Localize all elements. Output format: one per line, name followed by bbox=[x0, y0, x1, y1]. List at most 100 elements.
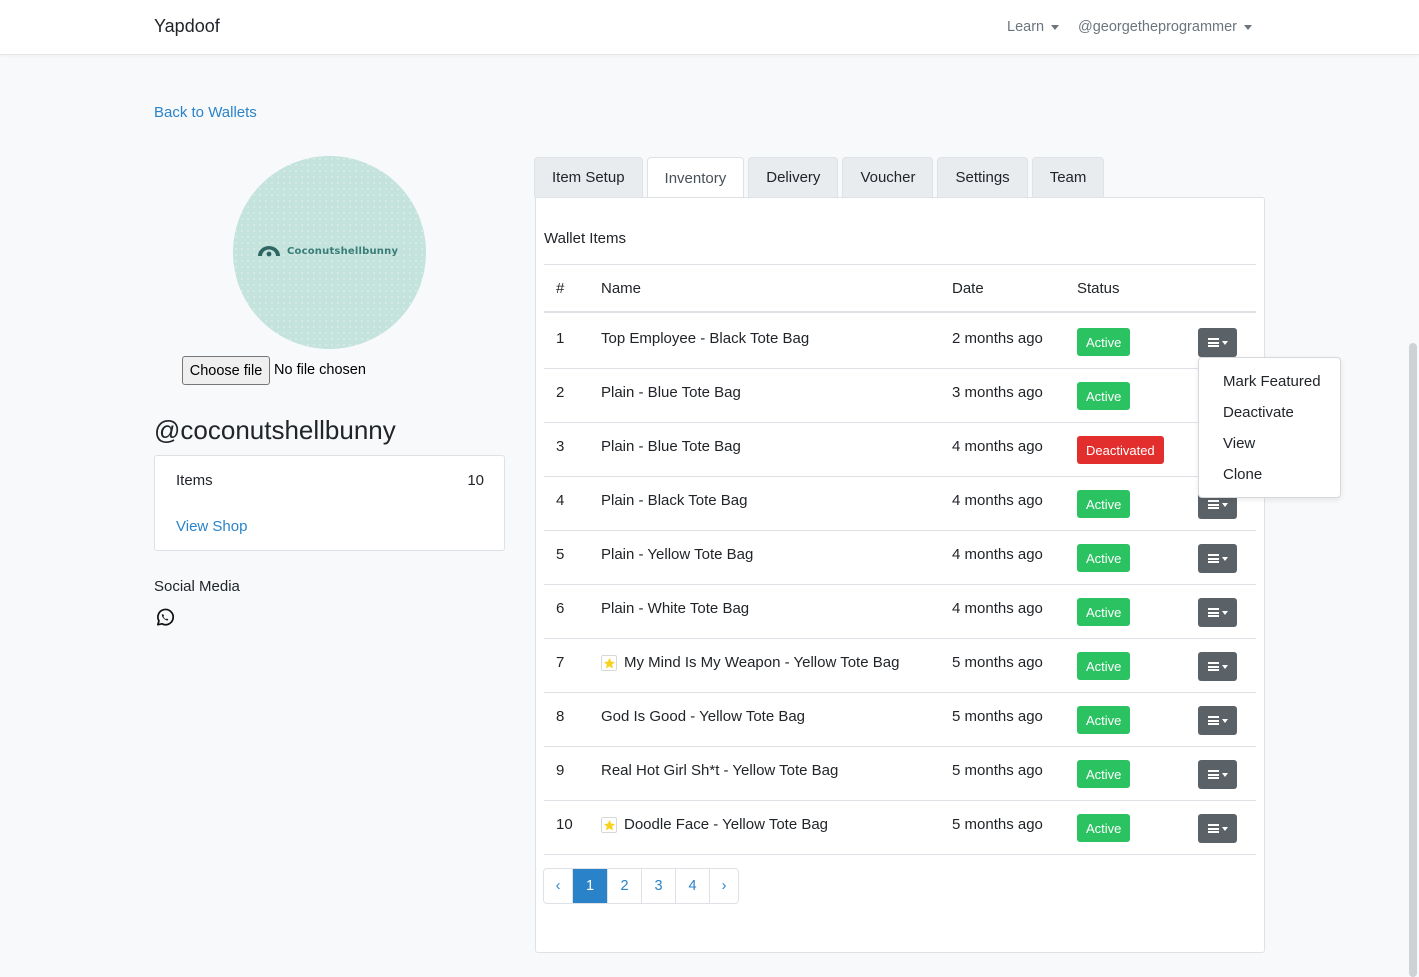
nav-learn-dropdown[interactable]: Learn bbox=[1007, 19, 1060, 35]
row-name: Plain - Yellow Tote Bag bbox=[601, 546, 753, 563]
social-media-title: Social Media bbox=[154, 578, 240, 595]
row-name: Real Hot Girl Sh*t - Yellow Tote Bag bbox=[601, 762, 838, 779]
chevron-down-icon bbox=[1221, 610, 1228, 615]
chevron-down-icon bbox=[1221, 340, 1228, 345]
tabs-bar: Item Setup Inventory Delivery Voucher Settin… bbox=[534, 157, 1108, 198]
status-badge: Active bbox=[1077, 814, 1131, 842]
row-date: 4 months ago bbox=[952, 438, 1043, 455]
row-date: 5 months ago bbox=[952, 708, 1043, 725]
row-number: 6 bbox=[556, 600, 565, 617]
menu-icon bbox=[1207, 500, 1219, 509]
nav-user-dropdown[interactable]: @georgetheprogrammer bbox=[1078, 19, 1252, 35]
table-row: 5 Plain - Yellow Tote Bag 4 months ago Acti… bbox=[544, 531, 1256, 585]
table-row: 9 Real Hot Girl Sh*t - Yellow Tote Bag 5 m… bbox=[544, 747, 1256, 801]
row-actions-button[interactable] bbox=[1198, 706, 1237, 735]
inventory-panel: Wallet Items # Name Date Status 1 Top Emp… bbox=[535, 197, 1265, 953]
pagination-page-3[interactable]: 3 bbox=[642, 869, 676, 903]
tab-inventory[interactable]: Inventory bbox=[646, 157, 745, 198]
chevron-down-icon bbox=[1244, 24, 1252, 30]
brand-logo[interactable]: Yapdoof bbox=[154, 16, 220, 37]
back-to-wallets-link[interactable]: Back to Wallets bbox=[154, 104, 257, 121]
view-shop-link[interactable]: View Shop bbox=[176, 518, 247, 535]
row-date: 3 months ago bbox=[952, 384, 1043, 401]
profile-handle: @coconutshellbunny bbox=[154, 415, 396, 445]
items-summary-card: Items 10 View Shop bbox=[154, 455, 505, 551]
view-menu-item[interactable]: View bbox=[1223, 435, 1255, 452]
status-badge: Active bbox=[1077, 382, 1131, 410]
row-name-text: My Mind Is My Weapon - Yellow Tote Bag bbox=[624, 654, 900, 671]
status-badge: Active bbox=[1077, 652, 1131, 680]
column-header-date[interactable]: Date bbox=[952, 280, 984, 297]
row-actions-button[interactable] bbox=[1198, 598, 1237, 627]
row-date: 2 months ago bbox=[952, 330, 1043, 347]
whatsapp-icon[interactable] bbox=[154, 607, 175, 628]
row-name-text: God Is Good - Yellow Tote Bag bbox=[601, 708, 806, 725]
pagination-page-2[interactable]: 2 bbox=[608, 869, 642, 903]
tab-voucher[interactable]: Voucher bbox=[842, 157, 934, 197]
row-actions-button[interactable] bbox=[1198, 544, 1237, 573]
row-actions-button[interactable] bbox=[1198, 328, 1237, 357]
tab-delivery[interactable]: Delivery bbox=[748, 157, 839, 197]
menu-icon bbox=[1207, 554, 1219, 563]
row-actions-button[interactable] bbox=[1198, 814, 1237, 843]
row-actions-button[interactable] bbox=[1198, 652, 1237, 681]
pagination-prev-button[interactable]: ‹ bbox=[544, 869, 573, 903]
featured-star-icon bbox=[601, 816, 617, 833]
nav-learn-label: Learn bbox=[1007, 19, 1045, 35]
top-navbar: Yapdoof Learn @georgetheprogrammer bbox=[0, 0, 1419, 55]
row-name-text: Plain - Black Tote Bag bbox=[601, 492, 748, 509]
status-badge: Active bbox=[1077, 328, 1131, 356]
row-name: Top Employee - Black Tote Bag bbox=[601, 330, 809, 347]
chevron-down-icon bbox=[1221, 826, 1228, 831]
row-name: Plain - Black Tote Bag bbox=[601, 492, 747, 509]
status-badge: Active bbox=[1077, 760, 1131, 788]
tab-item-setup[interactable]: Item Setup bbox=[534, 157, 643, 197]
chevron-down-icon bbox=[1221, 664, 1228, 669]
row-date: 4 months ago bbox=[952, 546, 1043, 563]
page-scrollbar[interactable] bbox=[1409, 343, 1417, 977]
row-name-text: Plain - Blue Tote Bag bbox=[601, 438, 741, 455]
row-name: My Mind Is My Weapon - Yellow Tote Bag bbox=[601, 654, 899, 671]
row-name: Plain - Blue Tote Bag bbox=[601, 438, 741, 455]
menu-icon bbox=[1207, 662, 1219, 671]
status-badge: Active bbox=[1077, 490, 1131, 518]
menu-icon bbox=[1207, 716, 1219, 725]
status-badge: Active bbox=[1077, 706, 1131, 734]
column-header-status[interactable]: Status bbox=[1077, 280, 1120, 297]
clone-menu-item[interactable]: Clone bbox=[1223, 466, 1262, 483]
row-name: God Is Good - Yellow Tote Bag bbox=[601, 708, 805, 725]
chevron-down-icon bbox=[1221, 772, 1228, 777]
table-row: 4 Plain - Black Tote Bag 4 months ago Activ… bbox=[544, 477, 1256, 531]
pagination-next-button[interactable]: › bbox=[710, 869, 738, 903]
row-actions-button[interactable] bbox=[1198, 760, 1237, 789]
pagination-page-1[interactable]: 1 bbox=[573, 869, 608, 903]
row-date: 5 months ago bbox=[952, 816, 1043, 833]
deactivate-menu-item[interactable]: Deactivate bbox=[1223, 404, 1294, 421]
menu-icon bbox=[1207, 770, 1219, 779]
row-actions-dropdown: Mark Featured Deactivate View Clone bbox=[1198, 357, 1341, 498]
row-name-text: Top Employee - Black Tote Bag bbox=[601, 330, 810, 347]
status-badge: Deactivated bbox=[1077, 436, 1164, 464]
mark-featured-menu-item[interactable]: Mark Featured bbox=[1223, 373, 1321, 390]
choose-file-button[interactable]: Choose file bbox=[182, 356, 270, 385]
brand-logo-text: Coconutshellbunny bbox=[287, 245, 399, 257]
row-number: 7 bbox=[556, 654, 565, 671]
row-date: 5 months ago bbox=[952, 654, 1043, 671]
row-name: Doodle Face - Yellow Tote Bag bbox=[601, 816, 828, 833]
row-number: 4 bbox=[556, 492, 565, 509]
profile-avatar: Coconutshellbunny bbox=[233, 156, 426, 349]
table-row: 6 Plain - White Tote Bag 4 months ago Activ… bbox=[544, 585, 1256, 639]
table-row: 7 My Mind Is My Weapon - Yellow Tote Bag 5… bbox=[544, 639, 1256, 693]
file-status-text: No file chosen bbox=[274, 362, 366, 378]
brand-logo-image: Coconutshellbunny bbox=[257, 245, 398, 257]
menu-icon bbox=[1207, 338, 1219, 347]
row-date: 4 months ago bbox=[952, 600, 1043, 617]
tab-team[interactable]: Team bbox=[1031, 157, 1105, 197]
column-header-name[interactable]: Name bbox=[601, 280, 641, 297]
tab-settings[interactable]: Settings bbox=[937, 157, 1028, 197]
row-date: 4 months ago bbox=[952, 492, 1043, 509]
pagination-page-4[interactable]: 4 bbox=[676, 869, 710, 903]
row-name: Plain - Blue Tote Bag bbox=[601, 384, 741, 401]
row-number: 1 bbox=[556, 330, 565, 347]
row-name-text: Plain - White Tote Bag bbox=[601, 600, 750, 617]
